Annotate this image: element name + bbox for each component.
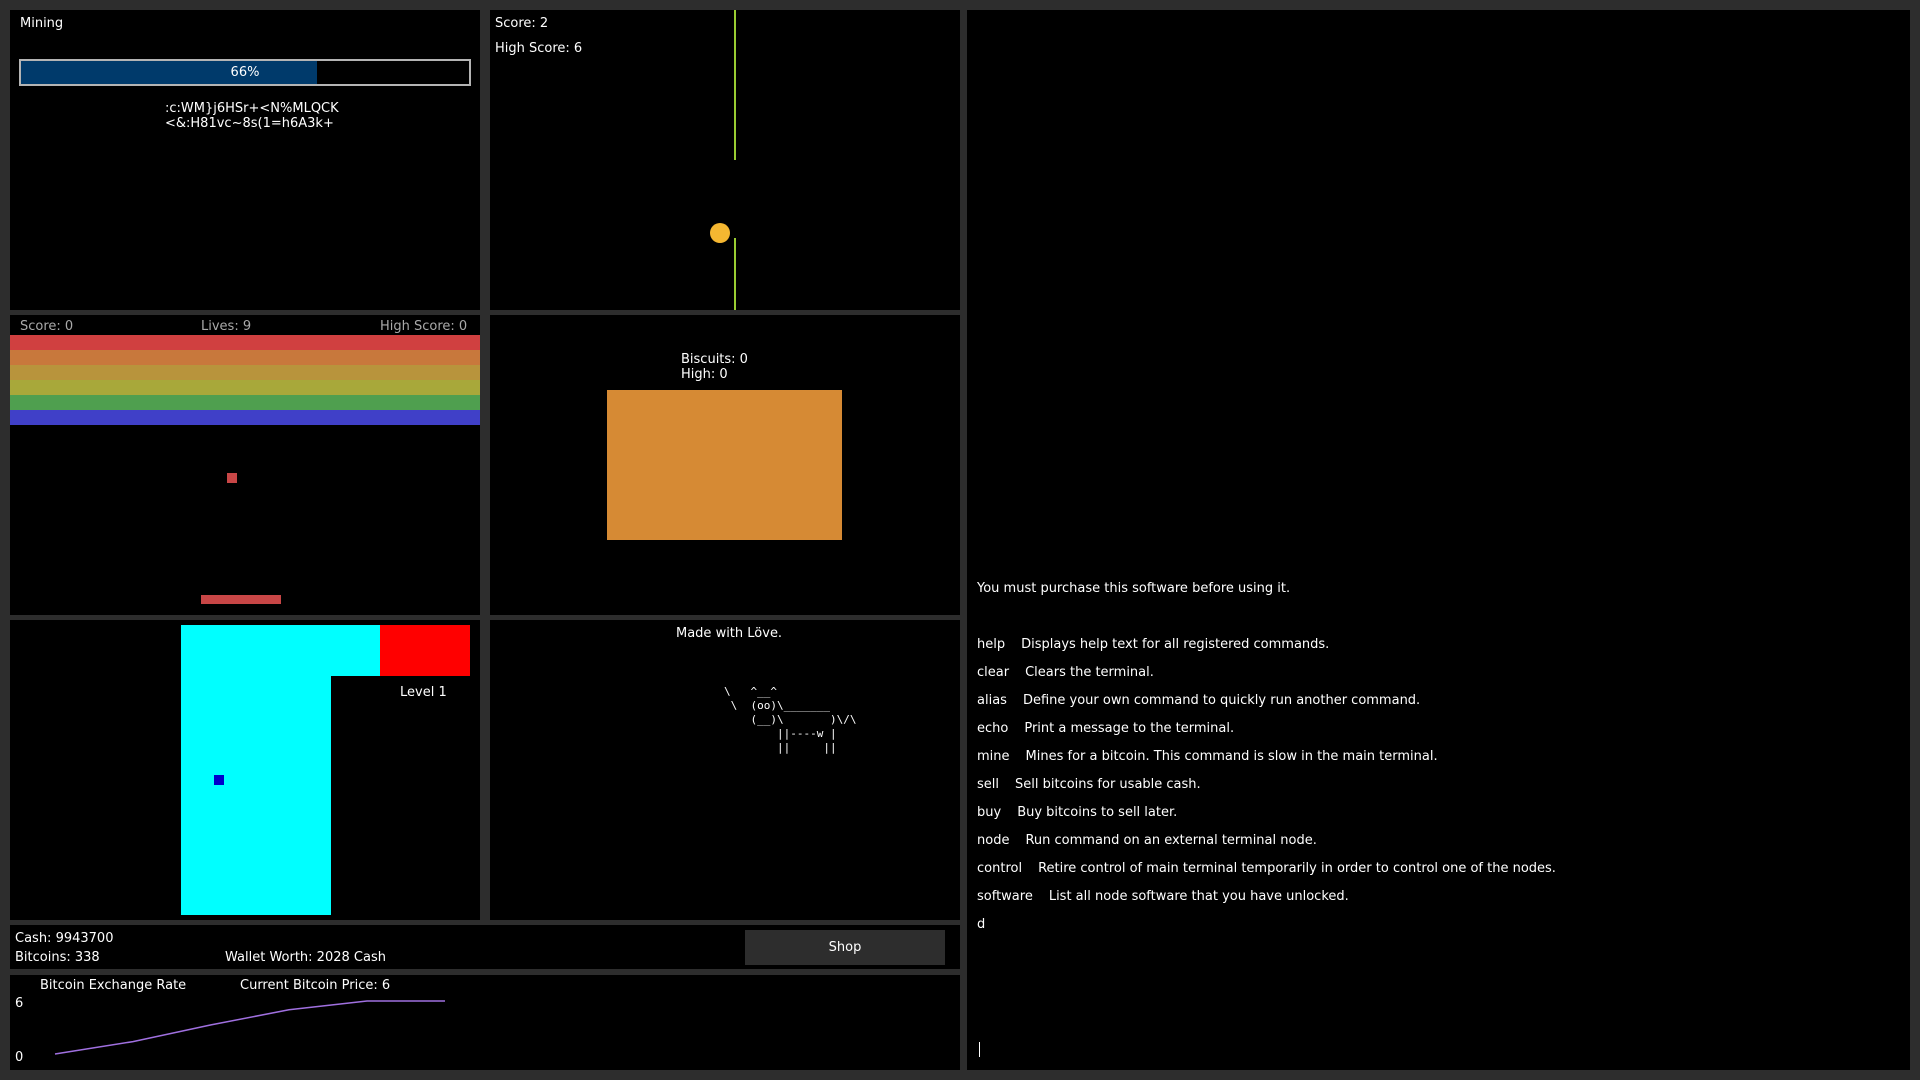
terminal-command-control: control Retire control of main terminal t… [977, 861, 1556, 876]
exchange-panel: Bitcoin Exchange Rate Current Bitcoin Pr… [10, 975, 960, 1070]
breakout-paddle [201, 595, 281, 604]
maze-goal [380, 625, 470, 676]
command-description: Define your own command to quickly run a… [1022, 693, 1421, 708]
cow-ascii-art: \ ^__^ \ (oo)\_______ (__)\ )\/\ ||----w… [724, 685, 857, 754]
maze-path-vertical [181, 625, 331, 915]
command-name: clear [977, 665, 1010, 680]
brick-row [10, 365, 480, 380]
maze-level: Level 1 [400, 685, 447, 700]
maze-panel[interactable]: Level 1 [10, 620, 480, 920]
breakout-high-score: High Score: 0 [380, 319, 468, 334]
wallet-panel: Cash: 9943700 Bitcoins: 338 Wallet Worth… [10, 925, 960, 969]
command-description: Print a message to the terminal. [1024, 721, 1235, 736]
biscuits-panel[interactable]: Biscuits: 0 High: 0 [490, 315, 960, 615]
command-description: Mines for a bitcoin. This command is slo… [1025, 749, 1438, 764]
terminal-command-help: help Displays help text for all registere… [977, 637, 1329, 652]
exchange-rate-line [54, 1000, 445, 1055]
mining-title: Mining [20, 16, 64, 31]
pong-score: Score: 2 [495, 16, 549, 31]
command-name: help [977, 637, 1006, 652]
pong-ball [710, 223, 730, 243]
brick-row [10, 350, 480, 365]
bitcoins-value: Bitcoins: 338 [15, 950, 100, 965]
love-panel: Made with Löve. \ ^__^ \ (oo)\_______ (_… [490, 620, 960, 920]
command-name: node [977, 833, 1010, 848]
terminal-input-cursor[interactable] [979, 1042, 980, 1057]
cash-value: Cash: 9943700 [15, 931, 114, 946]
pong-bottom-paddle [734, 238, 736, 310]
command-description: Sell bitcoins for usable cash. [1015, 777, 1201, 792]
command-description: Retire control of main terminal temporar… [1038, 861, 1556, 876]
pong-top-paddle [734, 10, 736, 160]
mining-progress-bar: 66% [19, 59, 471, 86]
breakout-lives: Lives: 9 [201, 319, 252, 334]
breakout-score: Score: 0 [20, 319, 74, 334]
breakout-ball [227, 473, 237, 483]
breakout-panel[interactable]: Score: 0 Lives: 9 High Score: 0 [10, 315, 480, 615]
mining-hash-line-1: :c:WM}j6HSr+<N%MLQCK [165, 101, 339, 116]
command-name: mine [977, 749, 1010, 764]
terminal-command-echo: echo Print a message to the terminal. [977, 721, 1234, 736]
command-name: sell [977, 777, 999, 792]
mining-panel: Mining 66% :c:WM}j6HSr+<N%MLQCK <&:H81vc… [10, 10, 480, 310]
brick-row [10, 380, 480, 395]
exchange-rate-chart [54, 1000, 445, 1055]
command-description: Clears the terminal. [1025, 665, 1154, 680]
command-name: buy [977, 805, 1002, 820]
love-title: Made with Löve. [676, 626, 783, 641]
terminal-command-mine: mine Mines for a bitcoin. This command is… [977, 749, 1438, 764]
brick-row [10, 335, 480, 350]
shop-button[interactable]: Shop [745, 930, 945, 965]
terminal-command-sell: sell Sell bitcoins for usable cash. [977, 777, 1201, 792]
terminal-command-node: node Run command on an external terminal … [977, 833, 1317, 848]
brick-row [10, 395, 480, 410]
command-description: List all node software that you have unl… [1048, 889, 1349, 904]
maze-player [214, 775, 224, 785]
command-name: alias [977, 693, 1007, 708]
mining-hash-line-2: <&:H81vc~8s(1=h6A3k+ [165, 116, 334, 131]
wallet-worth: Wallet Worth: 2028 Cash [225, 950, 386, 965]
biscuit-button[interactable] [607, 390, 842, 540]
command-description: Buy bitcoins to sell later. [1017, 805, 1178, 820]
command-description: Displays help text for all registered co… [1021, 637, 1330, 652]
terminal-last-line: d [977, 917, 986, 932]
terminal-command-clear: clear Clears the terminal. [977, 665, 1154, 680]
pong-panel[interactable]: Score: 2 High Score: 6 [490, 10, 960, 310]
biscuits-count: Biscuits: 0 [681, 352, 748, 367]
terminal-message: You must purchase this software before u… [977, 581, 1291, 596]
terminal-command-software: software List all node software that you … [977, 889, 1349, 904]
command-name: echo [977, 721, 1009, 736]
command-description: Run command on an external terminal node… [1025, 833, 1317, 848]
terminal-command-alias: alias Define your own command to quickly … [977, 693, 1420, 708]
brick-row [10, 410, 480, 425]
mining-progress-label: 66% [230, 65, 260, 80]
breakout-bricks [10, 335, 480, 425]
pong-high-score: High Score: 6 [495, 41, 583, 56]
terminal-panel[interactable]: You must purchase this software before u… [967, 10, 1910, 1070]
command-name: software [977, 889, 1033, 904]
biscuits-high: High: 0 [681, 367, 728, 382]
terminal-command-buy: buy Buy bitcoins to sell later. [977, 805, 1177, 820]
command-name: control [977, 861, 1023, 876]
